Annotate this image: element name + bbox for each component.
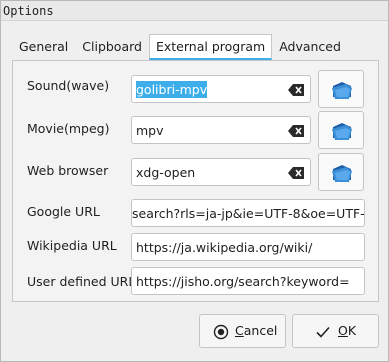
tab-advanced[interactable]: Advanced [272,34,348,60]
wikipedia-url-label: Wikipedia URL [27,238,117,253]
movie-field-value: mpv [136,123,164,138]
tab-general[interactable]: General [12,34,75,60]
google-url-field-value: search?rls=ja-jp&ie=UTF-8&oe=UTF-8&q= [132,206,365,221]
cancel-label-rest: ancel [243,323,278,338]
sound-label: Sound(wave) [27,78,110,93]
web-browser-field[interactable]: xdg-open [131,158,311,186]
clear-text-icon[interactable] [288,125,304,137]
cancel-label: Cancel [235,315,277,347]
user-url-label: User defined URL [27,274,136,289]
wikipedia-url-field-value: https://ja.wikipedia.org/wiki/ [136,240,313,255]
folder-icon [332,165,352,182]
movie-label: Movie(mpeg) [27,121,110,136]
checkmark-icon [316,326,330,338]
movie-field[interactable]: mpv [131,116,311,144]
sound-browse-button[interactable] [318,70,364,108]
ok-button[interactable]: OK [292,314,379,348]
web-browser-browse-button[interactable] [318,153,364,191]
cancel-mnemonic: C [235,323,244,338]
web-browser-label: Web browser [27,163,109,178]
clear-text-icon[interactable] [288,167,304,179]
ok-mnemonic: O [338,323,348,338]
cancel-button[interactable]: Cancel [199,314,286,348]
external-program-panel: Sound(wave) golibri-mpv Movie(mpeg) mpv [12,60,379,302]
google-url-field[interactable]: search?rls=ja-jp&ie=UTF-8&oe=UTF-8&q= [131,199,365,227]
folder-icon [332,123,352,140]
sound-field[interactable]: golibri-mpv [131,75,311,103]
clear-text-icon[interactable] [288,84,304,96]
sound-field-value: golibri-mpv [136,81,208,98]
web-browser-field-value: xdg-open [136,165,196,180]
ok-label-rest: K [347,323,357,338]
google-url-label: Google URL [27,204,100,219]
wikipedia-url-field[interactable]: https://ja.wikipedia.org/wiki/ [131,233,365,261]
user-url-field-value: https://jisho.org/search?keyword= [136,274,350,289]
window-title: Options [1,1,388,21]
tab-external-program[interactable]: External program [148,34,273,60]
ok-label: OK [338,315,356,347]
user-url-field[interactable]: https://jisho.org/search?keyword= [131,267,365,295]
tab-clipboard[interactable]: Clipboard [75,34,149,60]
options-dialog: Options General Clipboard External progr… [0,0,389,362]
folder-icon [332,82,352,99]
cancel-icon [213,324,229,340]
movie-browse-button[interactable] [318,111,364,149]
tab-bar: General Clipboard External program Advan… [12,34,348,60]
